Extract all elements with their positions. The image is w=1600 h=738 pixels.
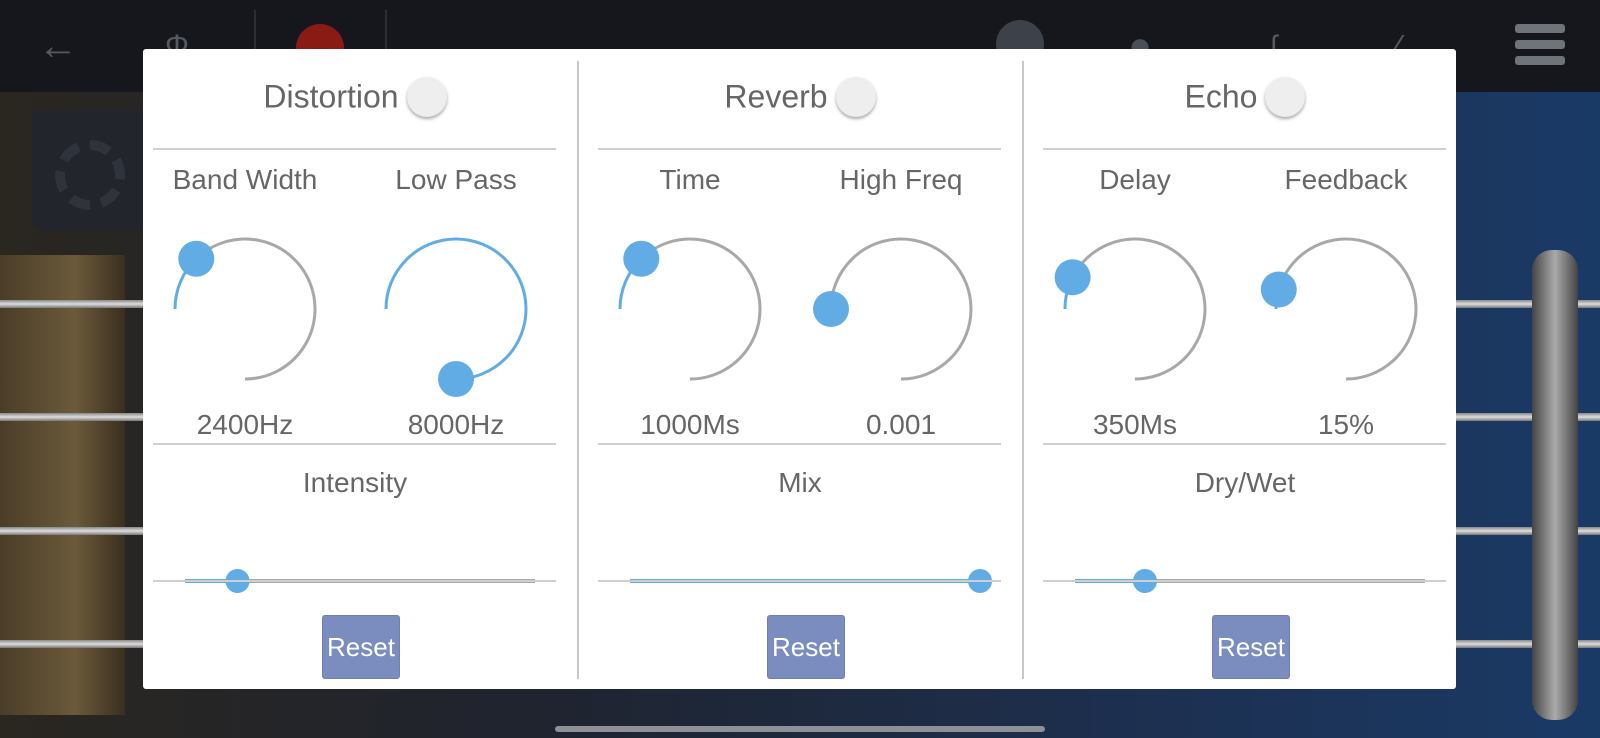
echo-toggle[interactable] [1265,77,1306,117]
knob-handle [1260,271,1297,308]
time-knob[interactable] [600,219,780,399]
tuning-pegs [1532,250,1578,720]
feedback-knob[interactable] [1256,219,1436,399]
menu-icon[interactable] [1515,24,1565,72]
divider [153,148,556,150]
knob-handle [813,291,849,327]
dry-wet-label: Dry/Wet [1194,467,1296,498]
column-divider [1022,61,1024,679]
distortion-title: Distortion [263,78,399,115]
echo-title: Echo [1184,78,1258,115]
home-indicator [555,726,1045,732]
distortion-toggle[interactable] [406,77,447,117]
high-freq-knob[interactable] [811,219,991,399]
distortion-reset-button[interactable]: Reset [322,615,400,679]
band-width-label: Band Width [172,164,318,195]
feedback-label: Feedback [1284,164,1408,195]
knob-handle [623,240,660,277]
knob-track-arc [1277,237,1418,381]
divider [598,148,1001,150]
delay-knob[interactable] [1045,219,1225,399]
time-label: Time [659,164,721,195]
knob-track-arc [1071,237,1207,381]
distortion-header: Distortion [153,77,557,127]
gear-icon [55,140,125,210]
knob-track-arc [829,237,973,381]
echo-header: Echo [1043,77,1447,127]
low-pass-knob[interactable] [366,219,546,399]
low-pass-value: 8000Hz [407,409,505,440]
distortion-panel: Distortion Band Width 2400Hz Low Pass 80… [153,49,557,689]
delay-label: Delay [1099,164,1171,195]
divider [153,443,556,445]
knob-handle [178,240,215,277]
reverb-toggle[interactable] [835,77,876,117]
dry-wet-slider[interactable] [1063,559,1443,599]
reverb-header: Reverb [598,77,1002,127]
intensity-label: Intensity [302,467,408,498]
time-value: 1000Ms [640,409,740,440]
reverb-panel: Reverb Time 1000Ms High Freq 0.001 Mix R… [598,49,1002,689]
column-divider [577,61,579,679]
low-pass-label: Low Pass [395,164,517,195]
knob-active-arc [384,237,528,381]
back-arrow-icon[interactable]: ← [38,18,78,74]
divider [1043,148,1446,150]
delay-value: 350Ms [1092,409,1178,440]
band-width-value: 2400Hz [196,409,294,440]
knob-handle [438,361,474,397]
feedback-value: 15% [1317,409,1375,440]
echo-panel: Echo Delay 350Ms Feedback 15% Dry/Wet Re… [1043,49,1447,689]
divider [153,580,556,582]
effects-dialog: Distortion Band Width 2400Hz Low Pass 80… [143,49,1456,689]
divider [598,580,1001,582]
band-width-knob[interactable] [155,219,335,399]
divider [1043,443,1446,445]
reverb-reset-button[interactable]: Reset [767,615,845,679]
mix-slider[interactable] [618,559,998,599]
echo-reset-button[interactable]: Reset [1212,615,1290,679]
high-freq-label: High Freq [839,164,963,195]
high-freq-value: 0.001 [865,409,937,440]
divider [1043,580,1446,582]
reverb-title: Reverb [724,78,828,115]
mix-label: Mix [778,467,822,498]
intensity-slider[interactable] [173,559,553,599]
divider [598,443,1001,445]
knob-handle [1054,259,1091,296]
